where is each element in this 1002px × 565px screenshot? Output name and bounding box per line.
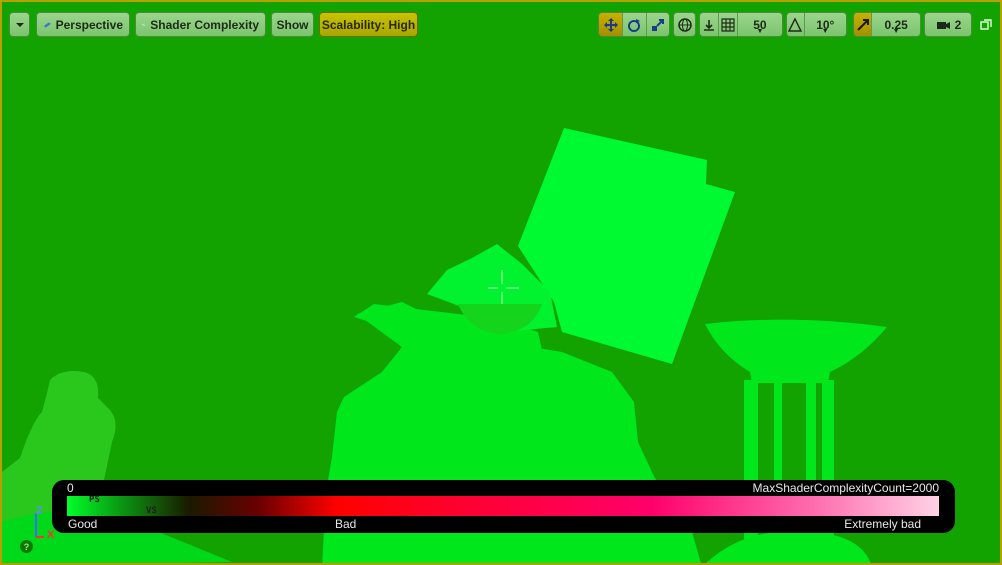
grid-snap-toggle[interactable] [718,13,737,36]
grid-icon [721,17,735,32]
surface-snap-icon [704,19,715,31]
camera-speed-icon [936,21,950,29]
legend-max-label: MaxShaderComplexityCount=2000 [752,481,939,495]
scale-snap-group: 0.25 ▼ [853,12,921,37]
globe-icon [677,17,692,32]
camera-speed-value: 2 [954,17,962,32]
show-button[interactable]: Show [271,12,314,37]
chevron-down-icon: ▼ [892,28,900,35]
move-icon [603,17,618,32]
chevron-down-icon: ▼ [756,28,764,35]
perspective-button[interactable]: Perspective [36,12,130,37]
rotation-snap-group: 10° ▼ [786,12,847,37]
block-mesh [518,128,735,364]
angle-icon [788,16,803,32]
scale-icon [651,18,664,31]
scale-mode-button[interactable] [645,13,669,36]
coordinate-system-button[interactable] [673,12,696,37]
show-label: Show [276,17,309,32]
vs-marker: VS [146,506,157,516]
rotation-snap-toggle[interactable] [787,13,804,36]
maximize-viewport-button[interactable] [980,18,994,32]
rotate-icon [628,18,641,32]
surface-snap-button[interactable] [700,13,719,36]
stand-base [706,531,871,563]
rotation-snap-value-button[interactable]: 10° ▼ [803,13,846,36]
scalability-button[interactable]: Scalability: High [319,12,418,37]
legend-extremely-bad-label: Extremely bad [844,517,921,531]
camera-speed-button[interactable]: 2 [924,12,972,37]
view-mode-button[interactable]: Shader Complexity [135,12,266,37]
complexity-gradient-bar [67,496,939,516]
legend-min-label: 0 [67,481,74,495]
translate-mode-button[interactable] [599,13,623,36]
maximize-icon [980,19,992,30]
ps-marker: PS [89,495,100,505]
axis-x-label: X [47,529,55,541]
stand-mesh [705,319,887,383]
scale-snap-toggle[interactable] [854,13,872,36]
shader-complexity-legend: 0 MaxShaderComplexityCount=2000 PS VS Go… [52,480,955,533]
chevron-down-icon: ▼ [821,28,829,35]
shader-complexity-icon [142,23,146,26]
perspective-label: Perspective [55,17,123,32]
viewport-options-button[interactable] [9,12,30,37]
level-viewport[interactable]: Perspective Shader Complexity Show Scala… [0,0,1002,565]
chevron-down-icon [15,22,24,27]
grid-snap-value-button[interactable]: 50 ▼ [736,13,782,36]
axis-z-label: Z [36,505,43,517]
scalability-label: Scalability: High [321,17,416,32]
rotate-mode-button[interactable] [622,13,646,36]
transform-mode-group [598,12,670,37]
axis-indicator [35,513,44,538]
camera-icon [43,22,51,27]
scale-snap-icon [856,18,869,31]
view-mode-label: Shader Complexity [150,17,259,32]
grid-snap-group: 50 ▼ [699,12,783,37]
scale-snap-value-button[interactable]: 0.25 ▼ [871,13,920,36]
legend-good-label: Good [68,517,98,531]
legend-bad-label: Bad [335,517,357,531]
help-icon[interactable]: ? [20,540,33,553]
